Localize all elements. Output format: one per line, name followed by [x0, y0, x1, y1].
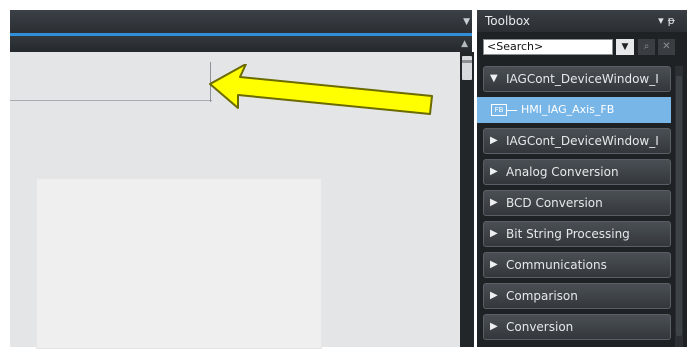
expanded-triangle-icon: ▼: [490, 73, 498, 84]
editor-dropdown-icon[interactable]: ▼: [463, 17, 470, 27]
editor-area: ▼ ▲: [0, 0, 474, 349]
collapsed-triangle-icon: ▶: [490, 197, 498, 208]
toolbox-group-iagcont-collapsed[interactable]: ▶ IAGCont_DeviceWindow_I: [483, 128, 671, 154]
toolbox-scrollbar[interactable]: [675, 66, 683, 347]
collapsed-triangle-icon: ▶: [490, 259, 498, 270]
toolbox-item-label: Bit String Processing: [506, 227, 630, 241]
search-icon[interactable]: ⌕: [638, 39, 655, 55]
editor-vertical-scrollbar[interactable]: [460, 52, 474, 347]
toolbox-item-label: BCD Conversion: [506, 196, 603, 210]
canvas-panel: [36, 178, 322, 349]
collapsed-triangle-icon: ▶: [490, 290, 498, 301]
toolbox-group-comparison[interactable]: ▶ Comparison: [483, 283, 671, 309]
editor-title-bar: ▼: [10, 10, 472, 34]
toolbox-item-label: HMI_IAG_Axis_FB: [521, 103, 615, 116]
close-icon[interactable]: ✕: [658, 39, 675, 55]
annotation-arrow-shape: [209, 64, 433, 115]
search-input[interactable]: <Search>: [483, 39, 613, 55]
toolbox-group-bit-string-processing[interactable]: ▶ Bit String Processing: [483, 221, 671, 247]
toolbox-item-label: Analog Conversion: [506, 165, 619, 179]
fb-connector-line: [507, 110, 517, 111]
toolbox-group-communications[interactable]: ▶ Communications: [483, 252, 671, 278]
annotation-arrow-icon: [209, 64, 433, 115]
pin-icon[interactable]: ᵽ: [668, 14, 679, 27]
collapsed-triangle-icon: ▶: [490, 135, 498, 146]
toolbox-pane: Toolbox ▾ᵽ <Search> ▼ ⌕ ✕ ▼ IAGCont_Devi…: [477, 10, 687, 347]
function-block-icon: FB: [491, 104, 507, 116]
chevron-down-icon[interactable]: ▼: [616, 39, 634, 55]
editor-scroll-marker: [462, 60, 472, 63]
toolbox-group-iagcont-expanded[interactable]: ▼ IAGCont_DeviceWindow_I: [483, 66, 671, 92]
toolbox-search-row: <Search> ▼ ⌕ ✕: [477, 36, 687, 58]
toolbox-title: Toolbox: [485, 14, 530, 28]
toolbox-header: Toolbox ▾ᵽ: [477, 10, 687, 32]
collapsed-triangle-icon: ▶: [490, 321, 498, 332]
toolbox-item-label: Comparison: [506, 289, 578, 303]
collapsed-triangle-icon: ▶: [490, 166, 498, 177]
collapsed-triangle-icon: ▶: [490, 228, 498, 239]
editor-sub-bar: ▲: [10, 36, 472, 52]
toolbox-group-bcd-conversion[interactable]: ▶ BCD Conversion: [483, 190, 671, 216]
toolbox-scroll-thumb[interactable]: [676, 76, 682, 336]
toolbox-item-label: Communications: [506, 258, 607, 272]
toolbox-group-analog-conversion[interactable]: ▶ Analog Conversion: [483, 159, 671, 185]
toolbox-item-label: IAGCont_DeviceWindow_I: [506, 134, 659, 148]
scroll-up-icon[interactable]: ▲: [461, 39, 468, 49]
ladder-rung-line: [10, 100, 212, 101]
toolbox-list: ▼ IAGCont_DeviceWindow_I FB HMI_IAG_Axis…: [477, 66, 671, 345]
toolbox-item-label: IAGCont_DeviceWindow_I: [506, 72, 659, 86]
toolbox-item-label: Conversion: [506, 320, 574, 334]
toolbox-dropdown-icon[interactable]: ▾: [658, 14, 668, 27]
toolbox-header-icons: ▾ᵽ: [658, 10, 679, 32]
toolbox-fb-item-selected[interactable]: FB HMI_IAG_Axis_FB: [477, 97, 671, 123]
toolbox-group-conversion[interactable]: ▶ Conversion: [483, 314, 671, 340]
